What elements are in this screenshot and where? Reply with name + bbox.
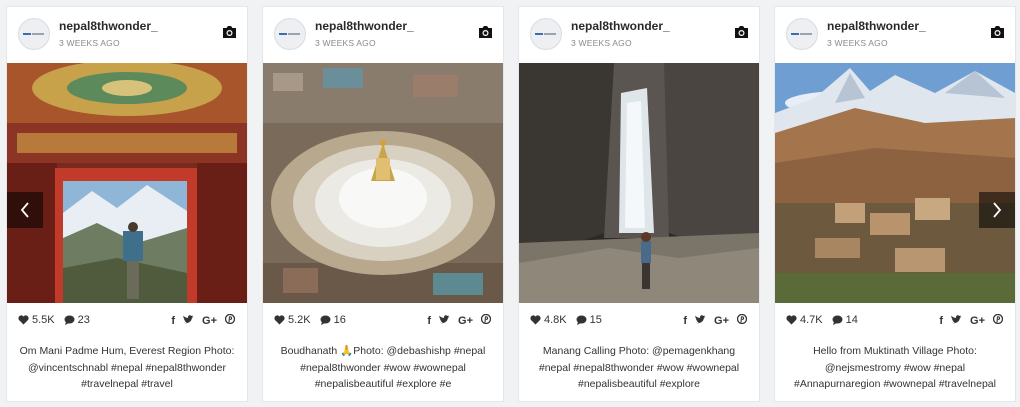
avatar[interactable] — [786, 18, 818, 50]
instagram-camera-icon[interactable] — [734, 25, 749, 39]
timestamp: 3 WEEKS AGO — [59, 38, 120, 48]
avatar[interactable] — [530, 18, 562, 50]
username[interactable]: nepal8thwonder_ — [571, 19, 670, 33]
instagram-feed: nepal8thwonder_ 3 WEEKS AGO 5.5K 23 f G+… — [0, 0, 1020, 407]
post-footer: 4.7K 14 f G+ Hello from Muktinath Villag… — [775, 303, 1015, 401]
post-photo[interactable] — [775, 63, 1015, 303]
google-plus-icon[interactable]: G+ — [202, 315, 217, 327]
instagram-camera-icon[interactable] — [478, 25, 493, 39]
timestamp: 3 WEEKS AGO — [571, 38, 632, 48]
username[interactable]: nepal8thwonder_ — [59, 19, 158, 33]
google-plus-icon[interactable]: G+ — [714, 315, 729, 327]
post-stats: 5.2K 16 — [274, 314, 346, 326]
comment-icon — [832, 315, 843, 325]
avatar[interactable] — [274, 18, 306, 50]
post-stats: 4.7K 14 — [786, 314, 858, 326]
post-header: nepal8thwonder_ 3 WEEKS AGO — [263, 7, 503, 63]
pinterest-icon[interactable] — [480, 313, 492, 327]
post-caption: Boudhanath 🙏Photo: @debashishp #nepal #n… — [280, 345, 486, 390]
post-caption: Om Mani Padme Hum, Everest Region Photo:… — [19, 345, 235, 390]
chevron-left-icon — [20, 202, 29, 218]
comment-count: 14 — [845, 314, 858, 326]
heart-icon — [274, 315, 285, 325]
comment-icon — [576, 315, 587, 325]
heart-icon — [18, 315, 29, 325]
post-card[interactable]: nepal8thwonder_ 3 WEEKS AGO — [262, 6, 504, 402]
post-footer: 5.2K 16 f G+ Boudhanath 🙏Photo: @debashi… — [263, 303, 503, 401]
comment-icon — [64, 315, 75, 325]
post-footer: 5.5K 23 f G+ Om Mani Padme Hum, Everest … — [7, 303, 247, 401]
instagram-camera-icon[interactable] — [990, 25, 1005, 39]
post-photo[interactable] — [7, 63, 247, 303]
twitter-icon[interactable] — [183, 314, 194, 327]
like-count: 5.2K — [288, 314, 311, 326]
like-count: 5.5K — [32, 314, 55, 326]
post-header: nepal8thwonder_ 3 WEEKS AGO — [519, 7, 759, 63]
like-count: 4.8K — [544, 314, 567, 326]
share-links: f G+ — [931, 313, 1004, 327]
comment-icon — [320, 315, 331, 325]
post-footer: 4.8K 15 f G+ Manang Calling Photo: @pema… — [519, 303, 759, 401]
twitter-icon[interactable] — [439, 314, 450, 327]
heart-icon — [786, 315, 797, 325]
facebook-icon[interactable]: f — [939, 315, 943, 327]
post-stats: 5.5K 23 — [18, 314, 90, 326]
share-links: f G+ — [675, 313, 748, 327]
post-caption: Manang Calling Photo: @pemagenkhang #nep… — [538, 345, 740, 390]
twitter-icon[interactable] — [951, 314, 962, 327]
facebook-icon[interactable]: f — [427, 315, 431, 327]
username[interactable]: nepal8thwonder_ — [827, 19, 926, 33]
comment-count: 23 — [77, 314, 90, 326]
heart-icon — [530, 315, 541, 325]
google-plus-icon[interactable]: G+ — [970, 315, 985, 327]
comment-count: 15 — [589, 314, 602, 326]
google-plus-icon[interactable]: G+ — [458, 315, 473, 327]
previous-button[interactable] — [7, 192, 43, 228]
share-links: f G+ — [419, 313, 492, 327]
like-count: 4.7K — [800, 314, 823, 326]
post-card[interactable]: nepal8thwonder_ 3 WEEKS AGO — [6, 6, 248, 402]
post-card[interactable]: nepal8thwonder_ 3 WEEKS AGO 4.8K 15 f G+… — [518, 6, 760, 402]
share-links: f G+ — [163, 313, 236, 327]
twitter-icon[interactable] — [695, 314, 706, 327]
pinterest-icon[interactable] — [992, 313, 1004, 327]
post-caption: Hello from Muktinath Village Photo: @nej… — [794, 345, 996, 390]
avatar[interactable] — [18, 18, 50, 50]
pinterest-icon[interactable] — [736, 313, 748, 327]
comment-count: 16 — [333, 314, 346, 326]
facebook-icon[interactable]: f — [171, 315, 175, 327]
post-card[interactable]: nepal8thwonder_ 3 WEEKS AGO — [774, 6, 1016, 402]
post-photo[interactable] — [519, 63, 759, 303]
instagram-camera-icon[interactable] — [222, 25, 237, 39]
next-button[interactable] — [979, 192, 1015, 228]
timestamp: 3 WEEKS AGO — [315, 38, 376, 48]
chevron-right-icon — [993, 202, 1002, 218]
post-header: nepal8thwonder_ 3 WEEKS AGO — [775, 7, 1015, 63]
timestamp: 3 WEEKS AGO — [827, 38, 888, 48]
pinterest-icon[interactable] — [224, 313, 236, 327]
username[interactable]: nepal8thwonder_ — [315, 19, 414, 33]
post-photo[interactable] — [263, 63, 503, 303]
post-stats: 4.8K 15 — [530, 314, 602, 326]
post-header: nepal8thwonder_ 3 WEEKS AGO — [7, 7, 247, 63]
facebook-icon[interactable]: f — [683, 315, 687, 327]
